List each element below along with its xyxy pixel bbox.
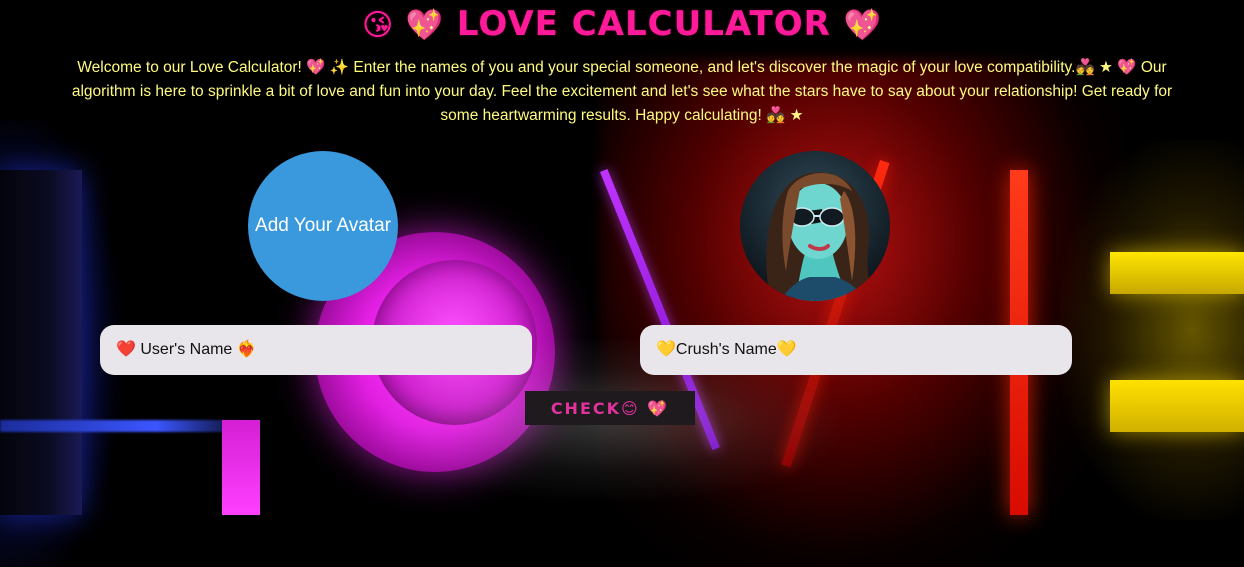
title-suffix-emoji: 💖 — [843, 8, 883, 43]
crush-name-input[interactable] — [640, 325, 1072, 375]
check-button[interactable]: CHECK😊 💖 — [525, 391, 695, 425]
page-title: 😘 💖 LOVE CALCULATOR 💖 — [0, 4, 1244, 44]
love-calculator-page: 😘 💖 LOVE CALCULATOR 💖 Welcome to our Lov… — [0, 0, 1244, 567]
add-avatar-label: Add Your Avatar — [255, 215, 391, 236]
letter-l-foot — [0, 420, 260, 432]
title-text: LOVE CALCULATOR — [456, 4, 831, 44]
letter-l-bar — [0, 170, 82, 515]
user-name-input[interactable] — [100, 325, 532, 375]
crush-avatar — [740, 151, 890, 301]
letter-e-top-bar — [1110, 252, 1244, 294]
letter-o-stem — [222, 420, 260, 515]
red-glow — [600, 60, 1120, 567]
title-prefix-emoji: 😘 💖 — [361, 8, 445, 43]
intro-text: Welcome to our Love Calculator! 💖 ✨ Ente… — [71, 59, 1173, 124]
crush-avatar-illustration — [740, 151, 890, 301]
add-avatar-button[interactable]: Add Your Avatar — [248, 151, 398, 301]
yellow-glow — [1060, 140, 1244, 520]
letter-e-middle-bar — [1110, 380, 1244, 432]
check-button-label: CHECK😊 💖 — [550, 398, 670, 418]
